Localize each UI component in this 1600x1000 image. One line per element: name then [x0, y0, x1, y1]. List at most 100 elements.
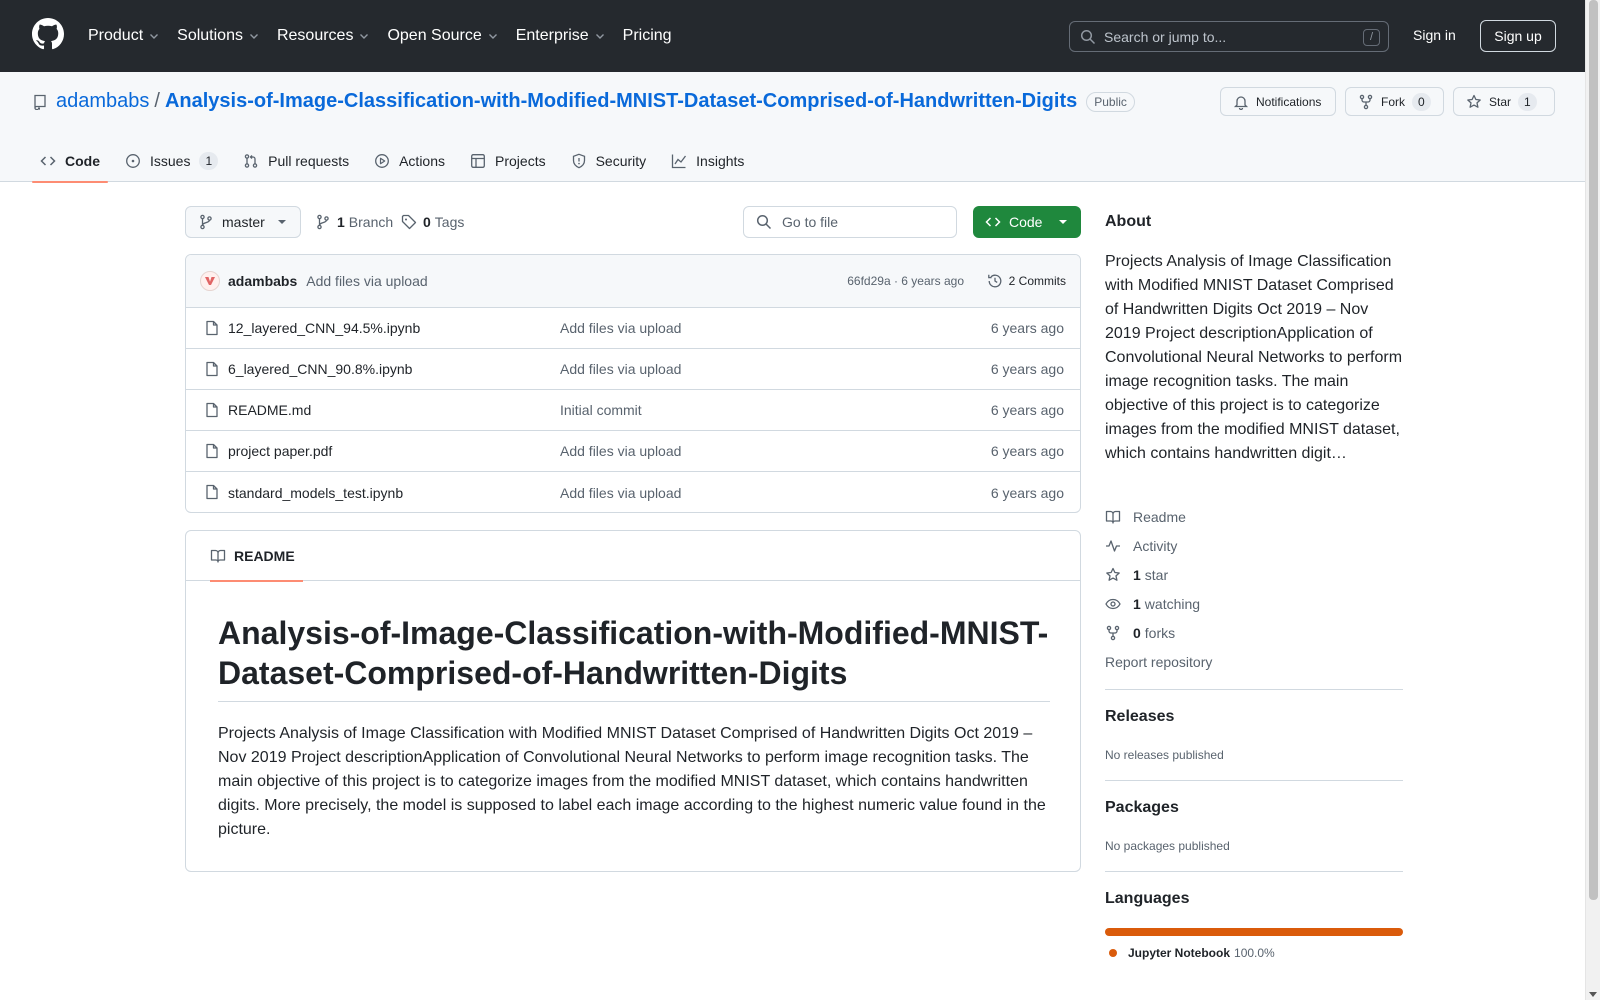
- search-shortcut-hint: /: [1363, 29, 1380, 46]
- tab-actions-label: Actions: [399, 153, 446, 169]
- git-branch-icon: [200, 214, 212, 230]
- repo-header: adambabs / Analysis-of-Image-Classificat…: [0, 72, 1585, 183]
- tag-icon: [401, 214, 417, 230]
- branch-select-button[interactable]: master: [185, 206, 301, 238]
- visibility-badge: Public: [1086, 91, 1135, 112]
- search-input[interactable]: Search or jump to... /: [1069, 21, 1389, 52]
- nav-product[interactable]: Product: [88, 27, 160, 45]
- stars-link[interactable]: 1 star: [1105, 567, 1168, 583]
- tags-link[interactable]: 0 Tags: [401, 214, 464, 230]
- readme-tab[interactable]: README: [202, 531, 303, 582]
- tab-insights[interactable]: Insights: [663, 140, 752, 182]
- activity-link[interactable]: Activity: [1105, 538, 1177, 554]
- git-pull-request-icon: [244, 154, 258, 168]
- readme-tabbar: README: [186, 531, 1080, 582]
- repo-tabs: Code Issues 1 Pull requests Actions Proj…: [32, 140, 761, 183]
- forks-link[interactable]: 0 forks: [1105, 625, 1175, 641]
- file-commit-message[interactable]: Add files via upload: [560, 485, 681, 501]
- star-button[interactable]: Star 1: [1453, 87, 1555, 116]
- tab-code[interactable]: Code: [32, 140, 108, 183]
- triangle-down-icon: [278, 220, 286, 224]
- search-icon: [756, 214, 772, 230]
- branch-count: 1: [337, 214, 345, 230]
- chevron-down-icon: [488, 34, 497, 39]
- branch-name: master: [222, 214, 265, 230]
- nav-resources[interactable]: Resources: [277, 27, 370, 45]
- commit-message-link[interactable]: Add files via upload: [306, 273, 427, 289]
- chevron-down-icon: [360, 34, 369, 39]
- tag-count: 0: [423, 214, 431, 230]
- tab-actions[interactable]: Actions: [366, 140, 453, 182]
- file-commit-message[interactable]: Add files via upload: [560, 443, 681, 459]
- tab-issues[interactable]: Issues 1: [117, 140, 226, 182]
- page-scrollbar[interactable]: [1585, 0, 1600, 1000]
- scroll-down-arrow-icon[interactable]: [1589, 992, 1597, 997]
- code-icon: [40, 156, 56, 166]
- scrollbar-thumb[interactable]: [1589, 0, 1598, 900]
- stars-count: 1: [1133, 567, 1141, 583]
- repo-name-link[interactable]: Analysis-of-Image-Classification-with-Mo…: [165, 90, 1077, 113]
- sign-up-button[interactable]: Sign up: [1480, 20, 1556, 52]
- nav-product-label: Product: [88, 27, 144, 44]
- file-row[interactable]: 12_layered_CNN_94.5%.ipynb Add files via…: [186, 308, 1080, 349]
- latest-commit-row: adambabs Add files via upload 66fd29a · …: [186, 255, 1080, 308]
- file-row[interactable]: README.md Initial commit 6 years ago: [186, 390, 1080, 431]
- play-icon: [375, 154, 390, 168]
- global-header: Product Solutions Resources Open Source …: [0, 0, 1585, 72]
- file-commit-message[interactable]: Add files via upload: [560, 361, 681, 377]
- file-icon: [204, 320, 220, 336]
- repo-owner-link[interactable]: adambabs: [56, 90, 149, 113]
- file-row[interactable]: 6_layered_CNN_90.8%.ipynb Add files via …: [186, 349, 1080, 390]
- file-row[interactable]: project paper.pdf Add files via upload 6…: [186, 431, 1080, 472]
- releases-heading[interactable]: Releases: [1105, 708, 1174, 726]
- file-name-link[interactable]: 6_layered_CNN_90.8%.ipynb: [228, 361, 412, 377]
- forks-label: forks: [1144, 625, 1176, 641]
- code-button-label: Code: [1009, 214, 1043, 230]
- notifications-button[interactable]: Notifications: [1220, 87, 1336, 116]
- language-bar: [1105, 928, 1403, 936]
- commits-history-link[interactable]: 2 Commits: [987, 273, 1066, 289]
- file-name-link[interactable]: README.md: [228, 402, 311, 418]
- github-logo-icon[interactable]: [32, 18, 64, 50]
- readme-link[interactable]: Readme: [1105, 509, 1186, 525]
- file-name-link[interactable]: project paper.pdf: [228, 443, 332, 459]
- file-age: 6 years ago: [990, 361, 1064, 377]
- readme-panel: README Analysis-of-Image-Classification-…: [185, 530, 1081, 872]
- nav-resources-label: Resources: [276, 27, 354, 44]
- chevron-down-icon: [249, 34, 258, 39]
- tab-pull-requests-label: Pull requests: [268, 153, 350, 169]
- file-row[interactable]: standard_models_test.ipynb Add files via…: [186, 472, 1080, 512]
- chevron-down-icon: [595, 34, 604, 39]
- tab-security-label: Security: [595, 153, 647, 169]
- sign-in-link[interactable]: Sign in: [1413, 27, 1456, 43]
- tab-projects[interactable]: Projects: [462, 140, 554, 182]
- language-percent: 100.0%: [1234, 946, 1275, 960]
- file-name-link[interactable]: 12_layered_CNN_94.5%.ipynb: [228, 320, 420, 336]
- tab-security[interactable]: Security: [563, 140, 655, 182]
- history-icon: [987, 274, 1002, 288]
- language-item[interactable]: Jupyter Notebook 100.0%: [1109, 946, 1275, 960]
- tab-pull-requests[interactable]: Pull requests: [235, 140, 357, 182]
- go-to-file-input[interactable]: Go to file: [743, 206, 957, 238]
- code-dropdown-button[interactable]: Code: [973, 206, 1081, 238]
- watching-count: 1: [1133, 596, 1141, 612]
- readme-tab-label: README: [234, 548, 295, 564]
- nav-enterprise[interactable]: Enterprise: [516, 27, 606, 45]
- fork-button[interactable]: Fork 0: [1345, 87, 1444, 116]
- nav-pricing[interactable]: Pricing: [623, 27, 672, 45]
- star-icon: [1106, 567, 1120, 581]
- commit-author-link[interactable]: adambabs: [228, 273, 297, 289]
- releases-empty-text: No releases published: [1105, 748, 1224, 762]
- file-commit-message[interactable]: Add files via upload: [560, 320, 681, 336]
- nav-open-source[interactable]: Open Source: [387, 27, 498, 45]
- watchers-link[interactable]: 1 watching: [1105, 596, 1200, 612]
- report-repository-link[interactable]: Report repository: [1105, 654, 1212, 670]
- avatar[interactable]: [200, 271, 220, 291]
- commit-sha-and-age[interactable]: 66fd29a · 6 years ago: [847, 274, 964, 288]
- file-commit-message[interactable]: Initial commit: [560, 402, 642, 418]
- file-name-link[interactable]: standard_models_test.ipynb: [228, 485, 403, 501]
- go-to-file-placeholder: Go to file: [782, 214, 839, 230]
- packages-heading[interactable]: Packages: [1105, 799, 1179, 817]
- branches-link[interactable]: 1 Branch: [315, 214, 393, 230]
- nav-solutions[interactable]: Solutions: [177, 27, 260, 45]
